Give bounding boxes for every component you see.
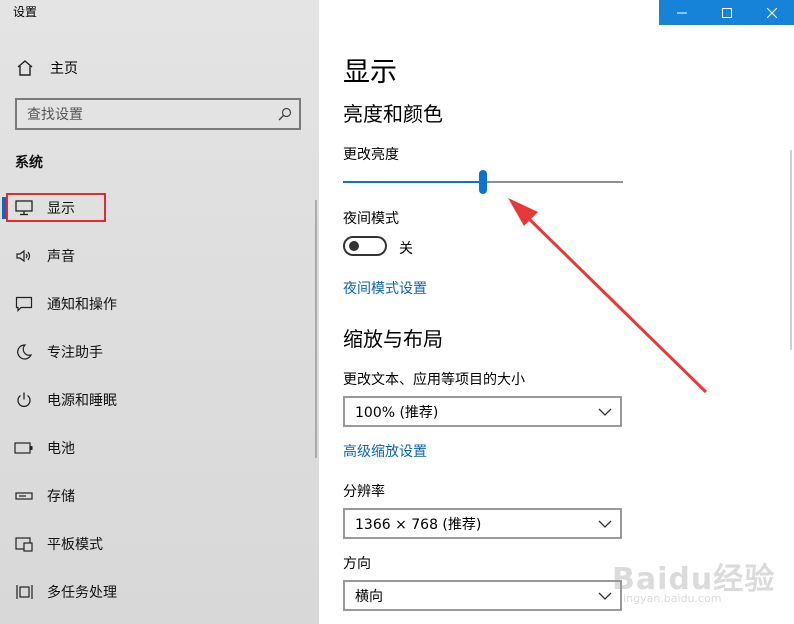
sidebar-item-multitasking[interactable]: 多任务处理 xyxy=(0,572,319,612)
section-heading-brightness: 亮度和颜色 xyxy=(343,102,443,126)
storage-icon xyxy=(14,486,34,506)
orientation-dropdown[interactable]: 横向 xyxy=(343,580,622,611)
scale-value: 100% (推荐) xyxy=(355,404,439,421)
sidebar-item-label: 电池 xyxy=(47,441,75,457)
power-icon xyxy=(14,390,34,410)
monitor-icon xyxy=(14,198,34,218)
sidebar-item-focus-assist[interactable]: 专注助手 xyxy=(0,332,319,372)
sidebar-item-label: 显示 xyxy=(47,201,75,217)
scale-label: 更改文本、应用等项目的大小 xyxy=(343,372,525,388)
slider-track xyxy=(483,181,623,183)
sidebar-item-label: 多任务处理 xyxy=(47,585,117,601)
resolution-value: 1366 × 768 (推荐) xyxy=(355,516,482,533)
battery-icon xyxy=(14,438,34,458)
sidebar: 设置 主页 查找设置 系统 显示 声音 通知和操作 专注助手 电源和睡眠 电池 … xyxy=(0,0,319,624)
maximize-button[interactable] xyxy=(704,0,749,25)
speaker-icon xyxy=(14,246,34,266)
sidebar-item-battery[interactable]: 电池 xyxy=(0,428,319,468)
resolution-dropdown[interactable]: 1366 × 768 (推荐) xyxy=(343,508,622,539)
scale-dropdown[interactable]: 100% (推荐) xyxy=(343,396,622,427)
slider-fill xyxy=(343,181,483,183)
moon-icon xyxy=(14,342,34,362)
watermark-url: jingyan.baidu.com xyxy=(620,592,722,605)
main-scrollbar[interactable] xyxy=(790,150,792,350)
window-controls xyxy=(659,0,794,25)
page-title: 显示 xyxy=(343,57,397,88)
night-mode-toggle[interactable] xyxy=(343,236,387,256)
resolution-label: 分辨率 xyxy=(343,484,385,500)
search-placeholder: 查找设置 xyxy=(27,107,83,123)
sidebar-scrollbar[interactable] xyxy=(315,200,317,458)
sidebar-home-label: 主页 xyxy=(50,61,78,77)
chevron-down-icon xyxy=(590,408,620,416)
search-input[interactable]: 查找设置 xyxy=(15,98,301,130)
sidebar-item-home[interactable]: 主页 xyxy=(16,56,78,80)
orientation-value: 横向 xyxy=(355,588,383,605)
sidebar-item-label: 声音 xyxy=(47,249,75,265)
section-heading-system: 系统 xyxy=(15,155,43,171)
toggle-knob xyxy=(349,241,359,251)
maximize-icon xyxy=(721,7,732,18)
advanced-scaling-link[interactable]: 高级缩放设置 xyxy=(343,441,427,461)
sidebar-item-display[interactable]: 显示 xyxy=(0,188,319,228)
sidebar-item-storage[interactable]: 存储 xyxy=(0,476,319,516)
sidebar-item-notifications[interactable]: 通知和操作 xyxy=(0,284,319,324)
app-title: 设置 xyxy=(13,5,38,19)
sidebar-item-label: 平板模式 xyxy=(47,537,103,553)
search-icon[interactable] xyxy=(271,100,299,128)
multitask-icon xyxy=(14,582,34,602)
home-icon xyxy=(17,60,33,76)
close-button[interactable] xyxy=(749,0,794,25)
sidebar-item-label: 专注助手 xyxy=(47,345,103,361)
orientation-label: 方向 xyxy=(343,556,371,572)
chevron-down-icon xyxy=(590,520,620,528)
sidebar-item-label: 电源和睡眠 xyxy=(47,393,117,409)
sidebar-item-sound[interactable]: 声音 xyxy=(0,236,319,276)
watermark-logo: Baidu经验 jingyan.baidu.com xyxy=(612,540,782,615)
sidebar-item-label: 通知和操作 xyxy=(47,297,117,313)
night-mode-state: 关 xyxy=(399,241,413,257)
annotation-arrow xyxy=(508,198,708,394)
slider-thumb[interactable] xyxy=(479,170,487,194)
close-icon xyxy=(766,7,777,18)
sidebar-item-power-sleep[interactable]: 电源和睡眠 xyxy=(0,380,319,420)
sidebar-item-label: 存储 xyxy=(47,489,75,505)
message-icon xyxy=(14,294,34,314)
night-mode-settings-link[interactable]: 夜间模式设置 xyxy=(343,278,427,298)
brightness-label: 更改亮度 xyxy=(343,147,399,163)
night-mode-label: 夜间模式 xyxy=(343,211,399,227)
sidebar-item-tablet-mode[interactable]: 平板模式 xyxy=(0,524,319,564)
section-heading-scale-layout: 缩放与布局 xyxy=(343,327,443,351)
minimize-button[interactable] xyxy=(659,0,704,25)
minimize-icon xyxy=(676,12,687,13)
tablet-icon xyxy=(14,534,34,554)
